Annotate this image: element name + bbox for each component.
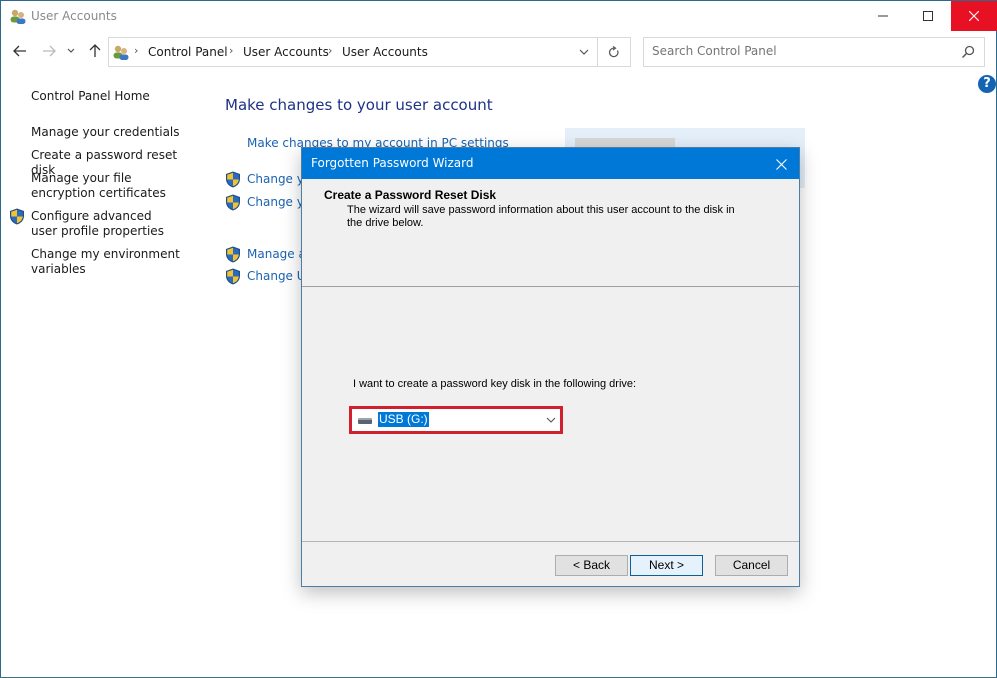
sidebar-item-advanced-profile[interactable]: Configure advanced user profile properti… [31,209,181,239]
sidebar-item-environment-variables[interactable]: Change my environment variables [31,247,181,277]
search-icon[interactable] [960,44,976,60]
dialog-title-bar[interactable]: Forgotten Password Wizard [302,148,799,179]
page-heading: Make changes to your user account [225,96,493,114]
sidebar-item-file-encryption[interactable]: Manage your file encryption certificates [31,171,191,201]
close-icon [969,11,979,21]
chevron-down-icon [579,49,589,55]
close-button[interactable] [951,1,997,31]
breadcrumb-user-accounts-current[interactable]: User Accounts [342,45,428,59]
dialog-close-button[interactable] [767,150,795,178]
arrow-left-icon [13,45,26,57]
breadcrumb-separator-icon[interactable]: › [229,44,233,57]
help-icon[interactable]: ? [978,75,996,93]
sidebar-item-manage-credentials[interactable]: Manage your credentials [31,125,201,140]
drive-select-value: USB (G:) [378,412,429,427]
footer-divider [302,541,799,542]
recent-locations-button[interactable] [64,39,78,63]
forgotten-password-wizard-dialog: Forgotten Password Wizard Create a Passw… [301,147,800,587]
address-bar[interactable]: › Control Panel › User Accounts › User A… [108,37,631,67]
dialog-title: Forgotten Password Wizard [311,156,474,170]
uac-shield-icon [226,268,240,285]
chevron-down-icon [546,417,556,423]
sidebar-item-control-panel-home[interactable]: Control Panel Home [31,89,201,104]
user-accounts-icon [113,45,129,60]
manage-accounts-link[interactable]: Manage a [247,247,306,261]
up-button[interactable] [85,39,105,63]
user-accounts-window: User Accounts › Control Panel › User Acc [0,0,997,678]
title-bar: User Accounts [1,1,997,32]
close-icon [775,158,787,170]
refresh-button[interactable] [597,38,630,66]
address-dropdown-button[interactable] [571,38,597,66]
breadcrumb-separator-icon[interactable]: › [134,44,138,57]
uac-shield-icon [226,194,240,211]
wizard-step-title: Create a Password Reset Disk [324,188,497,202]
breadcrumb-control-panel[interactable]: Control Panel [148,45,228,59]
arrow-up-icon [89,44,101,57]
uac-shield-icon [226,171,240,188]
maximize-icon [923,11,933,21]
breadcrumb-user-accounts[interactable]: User Accounts [243,45,329,59]
window-title: User Accounts [31,9,117,23]
chevron-down-icon [67,48,75,53]
back-button[interactable]: < Back [555,555,628,576]
wizard-step-description: The wizard will save password informatio… [347,204,735,229]
drive-select-label: I want to create a password key disk in … [353,378,637,390]
search-input[interactable] [652,44,952,58]
forward-button[interactable] [39,39,59,63]
cancel-button[interactable]: Cancel [715,555,788,576]
maximize-button[interactable] [905,1,951,31]
uac-shield-icon [10,208,24,225]
uac-shield-icon [226,246,240,263]
refresh-icon [608,45,619,57]
minimize-button[interactable] [860,1,906,31]
minimize-icon [878,15,888,17]
breadcrumb-separator-icon[interactable]: › [328,44,332,57]
arrow-right-icon [43,45,56,57]
header-divider [302,286,799,287]
change-uac-link[interactable]: Change U [247,269,306,283]
search-box[interactable] [643,37,985,67]
user-accounts-icon [10,9,26,24]
next-button[interactable]: Next > [630,555,703,576]
back-button[interactable] [10,39,30,63]
drive-select[interactable]: USB (G:) [349,406,563,434]
usb-drive-icon [358,418,372,424]
